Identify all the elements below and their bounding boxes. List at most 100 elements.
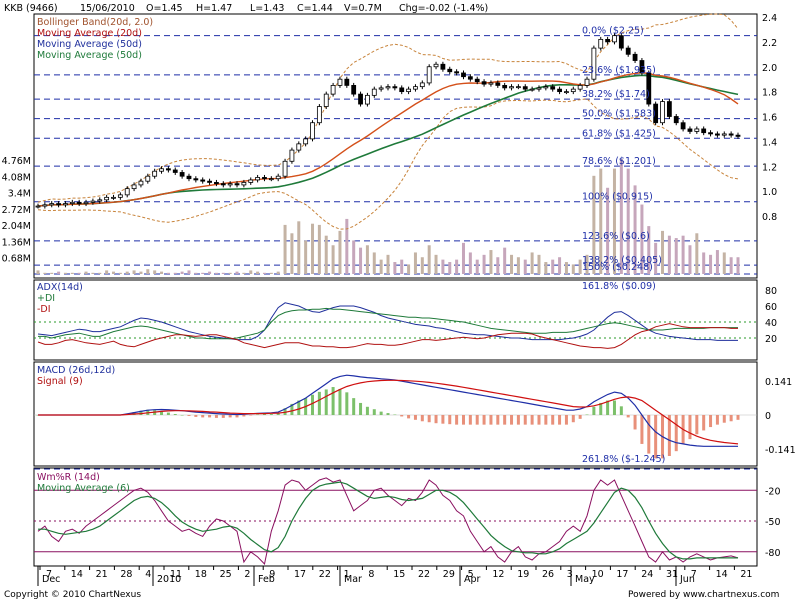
candle-body xyxy=(461,72,466,78)
candle-body xyxy=(49,203,55,206)
candle-body xyxy=(536,87,542,90)
price-tick-label: 0.8 xyxy=(762,212,777,223)
volume-bar xyxy=(475,259,479,274)
macd-histogram-bar xyxy=(187,415,191,416)
volume-bar xyxy=(36,270,40,274)
volume-bar xyxy=(702,252,706,274)
adx-line xyxy=(37,302,738,341)
volume-tick-label: 4.76M xyxy=(2,156,31,167)
volume-bar xyxy=(544,262,548,274)
volume-bar xyxy=(674,238,678,274)
candle-body xyxy=(529,88,535,91)
x-day-label: 3 xyxy=(567,569,573,580)
candle-body xyxy=(515,86,521,89)
macd-histogram-bar xyxy=(715,415,719,425)
candle-body xyxy=(728,133,734,136)
candle-body xyxy=(323,93,329,107)
willr-legend-item: Wm%R (14d) xyxy=(37,472,100,483)
fib-label: 78.6% ($1.201) xyxy=(582,156,656,167)
macd-line xyxy=(38,374,738,447)
x-day-label: 18 xyxy=(195,569,207,580)
candle-body xyxy=(371,88,377,96)
candle-body xyxy=(570,88,576,93)
macd-histogram-bar xyxy=(612,400,616,415)
price-legend-item: Moving Average (20d) xyxy=(37,28,142,39)
header-open: O=1.45 xyxy=(146,3,183,14)
volume-bar xyxy=(311,223,315,274)
volume-bar xyxy=(455,259,459,274)
volume-bar xyxy=(242,272,246,274)
macd-legend-item: Signal (9) xyxy=(37,376,83,387)
volume-bar xyxy=(132,270,136,274)
macd-histogram-bar xyxy=(166,412,170,415)
x-month-label: Mar xyxy=(344,574,362,585)
candle-body xyxy=(193,178,199,181)
candle-body xyxy=(426,66,432,84)
x-day-label: 12 xyxy=(492,569,504,580)
candle-body xyxy=(220,183,226,186)
willr-tick-label: -20 xyxy=(765,486,781,497)
candle-body xyxy=(152,170,158,177)
volume-tick-label: 0.68M xyxy=(2,254,31,265)
volume-bar xyxy=(461,242,465,274)
macd-legend-item: MACD (26d,12d) xyxy=(37,365,115,376)
candle-body xyxy=(179,172,185,177)
volume-bar xyxy=(91,272,95,274)
minus-di-line xyxy=(37,323,738,349)
x-day-label: 19 xyxy=(517,569,529,580)
price-legend-item: Bollinger Band(20d, 2.0) xyxy=(37,17,153,28)
candle-body xyxy=(474,78,480,83)
fib-label: 150% ($0.248) xyxy=(582,262,653,273)
fib-label: 38.2% ($1.74) xyxy=(582,89,650,100)
macd-histogram-bar xyxy=(503,415,507,425)
macd-histogram-bar xyxy=(324,389,328,415)
candle-body xyxy=(358,93,363,105)
fib-label: 123.6% ($0.6) xyxy=(582,231,650,242)
volume-tick-label: 2.04M xyxy=(2,221,31,232)
macd-histogram-bar xyxy=(461,415,465,425)
macd-histogram-bar xyxy=(317,391,321,415)
volume-bar xyxy=(365,245,369,274)
fib-label: 261.8% ($-1.245) xyxy=(582,454,665,465)
volume-bar xyxy=(420,257,424,274)
volume-bar xyxy=(43,272,47,274)
volume-bar xyxy=(468,252,472,274)
volume-bar xyxy=(667,235,671,274)
x-day-label: 14 xyxy=(716,569,728,580)
volume-bar xyxy=(695,233,699,274)
willr-legend-item: Moving Average (6) xyxy=(37,483,130,494)
candle-body xyxy=(316,106,322,124)
candle-body xyxy=(632,53,638,61)
adx-legend-item: -DI xyxy=(37,304,51,315)
volume-bar xyxy=(276,271,280,274)
adx-tick-label: 20 xyxy=(765,334,777,345)
volume-bar xyxy=(84,271,88,274)
candle-body xyxy=(344,78,350,86)
candle-body xyxy=(200,179,206,182)
macd-histogram-bar xyxy=(194,415,198,417)
volume-bar xyxy=(736,257,740,274)
x-day-label: 4 xyxy=(145,569,151,580)
volume-bar xyxy=(413,252,417,274)
fib-label: 61.8% ($1.425) xyxy=(582,128,656,139)
macd-histogram-bar xyxy=(235,415,239,418)
macd-histogram-bar xyxy=(269,414,273,415)
macd-histogram-bar xyxy=(695,415,699,435)
macd-histogram-bar xyxy=(626,415,630,418)
candle-body xyxy=(255,177,261,181)
footer-copyright: Copyright © 2010 ChartNexus xyxy=(4,590,141,600)
x-day-label: 15 xyxy=(393,569,405,580)
candle-body xyxy=(385,86,391,89)
macd-histogram-bar xyxy=(400,415,404,417)
macd-histogram-bar xyxy=(331,387,335,415)
volume-bar xyxy=(379,259,383,274)
header-change: Chg=-0.02 (-1.4%) xyxy=(399,3,488,14)
volume-bar xyxy=(180,271,184,274)
candle-body xyxy=(392,86,398,89)
x-month-label: Apr xyxy=(464,574,481,585)
volume-bar xyxy=(160,271,164,274)
macd-histogram-bar xyxy=(578,415,582,419)
candle-body xyxy=(440,63,446,70)
x-month-label: Dec xyxy=(42,574,60,585)
candle-body xyxy=(117,194,123,198)
